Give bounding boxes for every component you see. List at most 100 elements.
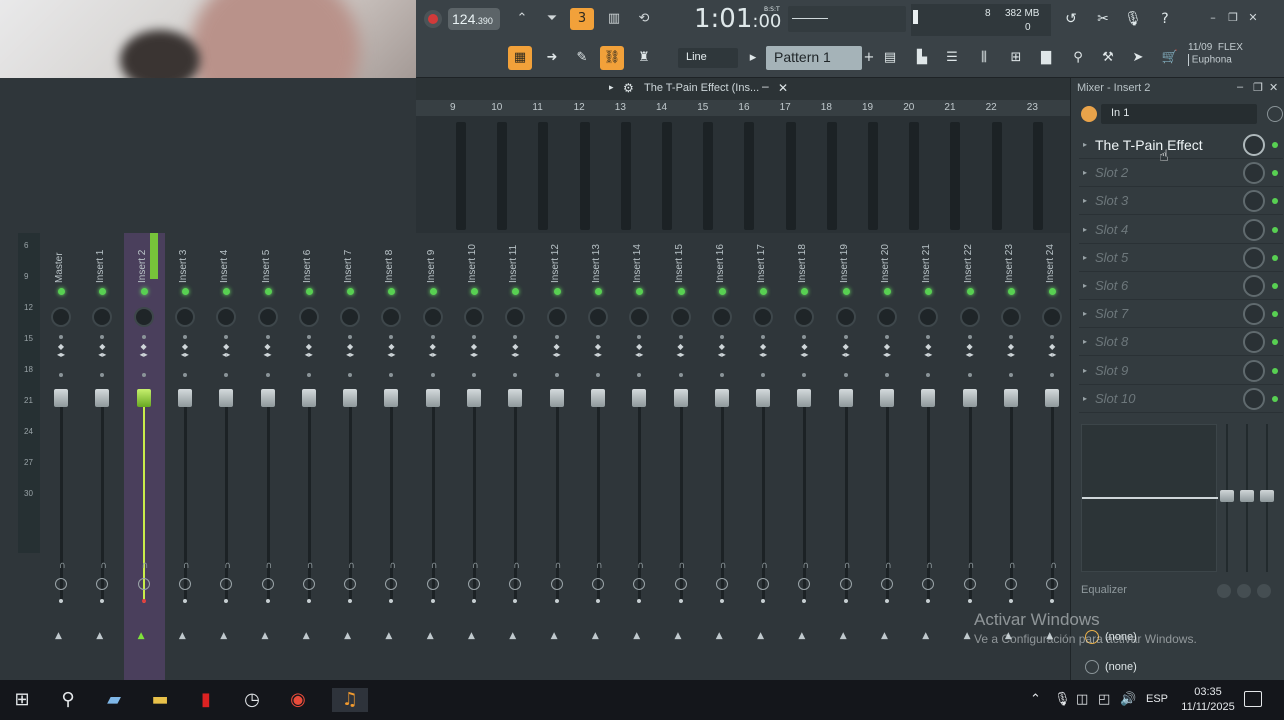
slot-enable-led[interactable] <box>1272 170 1278 177</box>
track-enable-led[interactable] <box>718 288 726 295</box>
volume-fader[interactable] <box>54 389 68 407</box>
notification-icon[interactable] <box>1244 691 1262 707</box>
record-arm-dot[interactable] <box>885 599 889 603</box>
mix-level-knob[interactable] <box>1243 331 1265 354</box>
stereo-separation-icon[interactable]: ◆ ◂▸ <box>179 343 191 359</box>
volume-fader[interactable] <box>508 389 523 407</box>
effect-slot[interactable]: ▸ Slot 2 <box>1079 159 1283 188</box>
expand-arrow-icon[interactable]: ▸ <box>1083 253 1087 262</box>
expand-arrow-icon[interactable]: ▸ <box>1083 281 1087 290</box>
send-knob[interactable] <box>55 578 67 590</box>
track-enable-led[interactable] <box>512 288 520 295</box>
track-enable-led[interactable] <box>58 288 65 295</box>
stereo-separation-icon[interactable]: ◆ ◂▸ <box>344 343 356 359</box>
volume-fader[interactable] <box>838 389 853 407</box>
mix-level-knob[interactable] <box>1243 387 1265 410</box>
pan-knob[interactable] <box>753 307 774 327</box>
effect-slot[interactable]: ▸ The T-Pain Effect <box>1079 131 1283 159</box>
volume-fader[interactable] <box>260 389 275 407</box>
lock-icon[interactable]: ∩ <box>885 561 892 571</box>
track-enable-led[interactable] <box>181 288 189 295</box>
eq-knob-1[interactable] <box>1217 584 1231 598</box>
stereo-separation-icon[interactable]: ◆ ◂▸ <box>262 343 274 359</box>
track-enable-led[interactable] <box>223 288 231 295</box>
lock-icon[interactable]: ∩ <box>761 561 768 571</box>
send-knob[interactable] <box>715 578 728 590</box>
effect-slot[interactable]: ▸ Slot 9 <box>1079 357 1283 385</box>
effect-slot[interactable]: ▸ Slot 4 <box>1079 216 1283 244</box>
lock-icon[interactable]: ∩ <box>348 561 355 571</box>
effect-slot[interactable]: ▸ Slot 3 <box>1079 187 1283 216</box>
track-lane[interactable] <box>538 122 549 230</box>
draw-icon[interactable]: ✎ <box>570 46 594 70</box>
volume-fader[interactable] <box>301 389 316 407</box>
expand-arrow-icon[interactable]: ▸ <box>1083 225 1087 234</box>
record-arm-dot[interactable] <box>472 599 476 603</box>
route-arrow-icon[interactable]: ▲ <box>716 631 723 641</box>
stereo-separation-icon[interactable]: ◆ ◂▸ <box>922 343 934 359</box>
effect-slot[interactable]: ▸ Slot 8 <box>1079 328 1283 357</box>
lock-icon[interactable]: ∩ <box>100 561 107 571</box>
close-icon[interactable]: ✕ <box>1269 81 1278 94</box>
track-enable-led[interactable] <box>305 288 313 295</box>
record-arm-dot[interactable] <box>678 599 683 603</box>
close-icon[interactable]: ✕ <box>1246 11 1260 25</box>
slot-enable-led[interactable] <box>1272 283 1278 289</box>
slot-enable-led[interactable] <box>1272 339 1278 346</box>
mixer-icon[interactable]: ⫼ <box>972 46 996 70</box>
track-enable-led[interactable] <box>1049 288 1057 295</box>
route-arrow-icon[interactable]: ▲ <box>633 631 640 641</box>
mixer-strip[interactable]: Insert 16 ◆ ◂▸ ∩ ▲ <box>702 233 743 680</box>
volume-fader[interactable] <box>921 389 936 407</box>
pan-knob[interactable] <box>381 307 402 327</box>
effect-slot[interactable]: ▸ Slot 10 <box>1079 385 1283 413</box>
send-knob[interactable] <box>757 578 770 590</box>
route-arrow-icon[interactable]: ▲ <box>551 631 558 641</box>
link-icon[interactable]: ⛓ <box>600 46 624 70</box>
send-knob[interactable] <box>839 578 852 590</box>
stereo-separation-icon[interactable]: ◆ ◂▸ <box>385 343 397 359</box>
chrome-icon[interactable]: ◉ <box>286 688 310 712</box>
track-lane[interactable] <box>579 122 590 230</box>
microphone-icon[interactable]: 🎙 <box>1122 8 1144 30</box>
route-arrow-icon[interactable]: ▲ <box>922 631 929 641</box>
track-enable-led[interactable] <box>842 288 850 295</box>
track-enable-led[interactable] <box>636 288 644 295</box>
volume-fader[interactable] <box>467 389 481 407</box>
volume-fader[interactable] <box>714 389 729 407</box>
mixer-strip[interactable]: Insert 21 ◆ ◂▸ ∩ ▲ <box>908 233 949 680</box>
stereo-separation-icon[interactable]: ◆ ◂▸ <box>220 343 232 359</box>
track-lane[interactable] <box>456 122 466 230</box>
route-arrow-icon[interactable]: ▲ <box>592 631 599 641</box>
track-enable-led[interactable] <box>760 288 768 295</box>
input-selector[interactable]: In 1 <box>1081 104 1283 124</box>
track-enable-led[interactable] <box>264 288 272 295</box>
timeline-ruler[interactable]: 9 10 11 12 13 14 15 16 17 18 19 20 21 22 23 <box>416 100 1070 116</box>
latency-icon[interactable] <box>1267 106 1283 122</box>
route-arrow-icon[interactable]: ▲ <box>427 631 434 641</box>
route-arrow-icon[interactable]: ▲ <box>881 631 888 641</box>
track-lane[interactable] <box>1032 122 1043 230</box>
route-arrow-icon[interactable]: ▲ <box>840 631 847 641</box>
send-knob[interactable] <box>96 578 109 590</box>
pan-knob[interactable] <box>505 307 526 327</box>
eq-knob-2[interactable] <box>1237 584 1251 598</box>
netflix-icon[interactable]: ▮ <box>194 688 218 712</box>
mixer-strip[interactable]: Insert 4 ◆ ◂▸ ∩ ▲ <box>206 233 247 680</box>
send-knob[interactable] <box>426 578 439 590</box>
fl-studio-icon[interactable]: ♫ <box>332 688 368 712</box>
route-arrow-icon[interactable]: ▲ <box>964 631 971 641</box>
pan-knob[interactable] <box>174 307 195 327</box>
eq-high-fader[interactable] <box>1259 424 1275 572</box>
track-lane[interactable] <box>662 122 672 230</box>
stereo-separation-icon[interactable]: ◆ ◂▸ <box>716 343 728 359</box>
mixer-strip[interactable]: Insert 1 ◆ ◂▸ ∩ ▲ <box>82 233 123 680</box>
stereo-separation-icon[interactable]: ◆ ◂▸ <box>798 343 810 359</box>
stereo-separation-icon[interactable]: ◆ ◂▸ <box>1046 343 1058 359</box>
expand-arrow-icon[interactable]: ▸ <box>1083 394 1087 403</box>
send-knob[interactable] <box>550 578 563 590</box>
volume-fader[interactable] <box>343 389 358 407</box>
volume-fader[interactable] <box>1003 389 1018 407</box>
slot-enable-led[interactable] <box>1272 142 1278 148</box>
language-indicator[interactable]: ESP <box>1146 693 1168 705</box>
